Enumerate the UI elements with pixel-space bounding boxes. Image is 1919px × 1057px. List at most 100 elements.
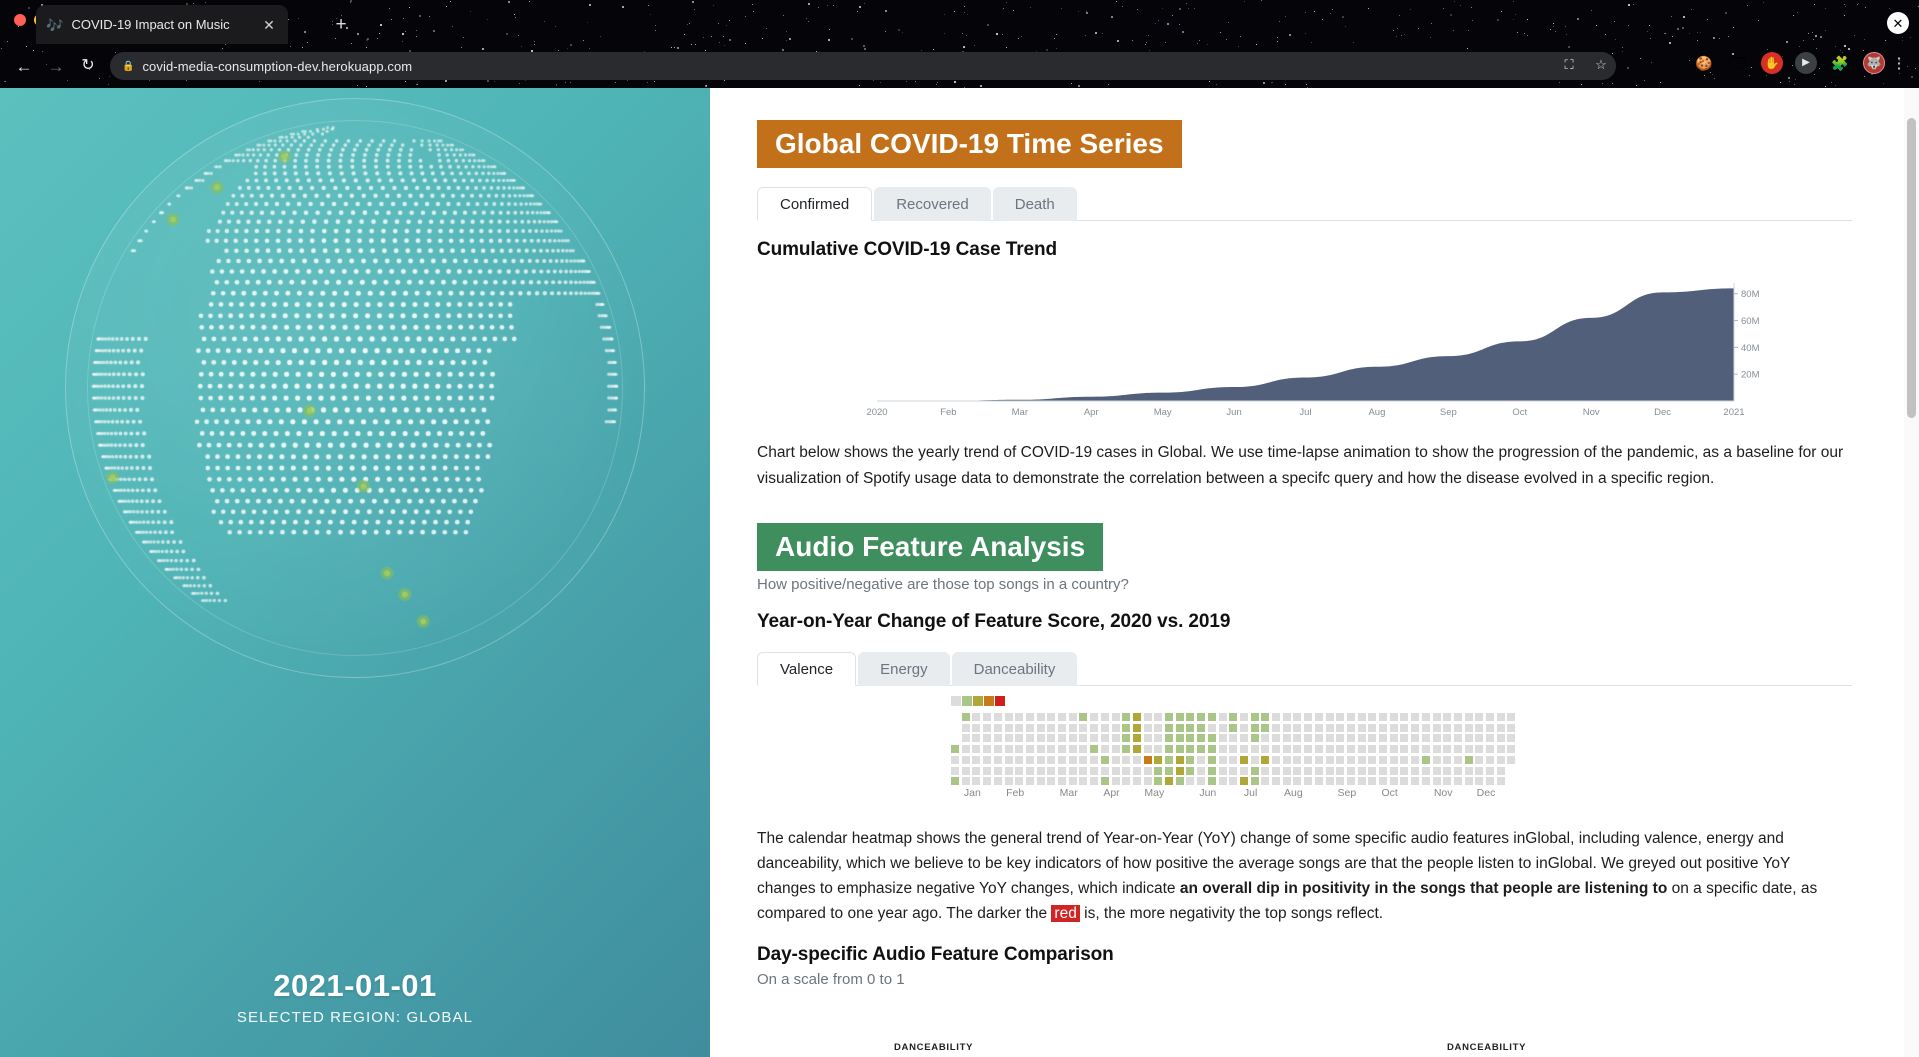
heatmap-cell[interactable] xyxy=(951,766,959,775)
heatmap-cell[interactable] xyxy=(1357,734,1366,743)
heatmap-cell[interactable] xyxy=(1197,777,1206,786)
heatmap-cell[interactable] xyxy=(1111,713,1120,721)
heatmap-cell[interactable] xyxy=(1304,777,1313,786)
profile-avatar[interactable]: 🐺 xyxy=(1863,52,1885,74)
heatmap-cell[interactable] xyxy=(1379,745,1387,754)
heatmap-cell[interactable] xyxy=(972,734,981,743)
heatmap-cell[interactable] xyxy=(1100,745,1109,754)
heatmap-cell[interactable] xyxy=(1090,723,1099,732)
heatmap-cell[interactable] xyxy=(1293,713,1302,721)
heatmap-cell[interactable] xyxy=(1207,766,1216,775)
heatmap-cell[interactable] xyxy=(1068,713,1077,721)
video-download-icon[interactable]: ▶ xyxy=(1795,52,1817,74)
heatmap-cell[interactable] xyxy=(1453,755,1462,764)
heatmap-cell[interactable] xyxy=(1325,777,1334,786)
new-tab-button[interactable]: + xyxy=(330,13,352,35)
heatmap-cell[interactable] xyxy=(1421,777,1430,786)
heatmap-cell[interactable] xyxy=(1004,777,1013,786)
heatmap-cell[interactable] xyxy=(1175,723,1184,732)
heatmap-cell[interactable] xyxy=(1100,713,1109,721)
heatmap-cell[interactable] xyxy=(1346,734,1355,743)
heatmap-cell[interactable] xyxy=(1443,777,1452,786)
heatmap-cell[interactable] xyxy=(1122,734,1131,743)
back-arrow-icon[interactable]: ← xyxy=(12,54,36,78)
heatmap-cell[interactable] xyxy=(1025,734,1034,743)
heatmap-cell[interactable] xyxy=(1282,713,1291,721)
heatmap-cell[interactable] xyxy=(1047,713,1056,721)
heatmap-cell[interactable] xyxy=(1261,745,1270,754)
heatmap-cell[interactable] xyxy=(1432,723,1441,732)
heatmap-cell[interactable] xyxy=(1218,766,1227,775)
heatmap-cell[interactable] xyxy=(1079,777,1088,786)
heatmap-cell[interactable] xyxy=(1068,766,1077,775)
window-close-button[interactable]: ✕ xyxy=(1887,12,1909,34)
heatmap-cell[interactable] xyxy=(1453,723,1462,732)
heatmap-cell[interactable] xyxy=(1154,777,1163,786)
heatmap-cell[interactable] xyxy=(1132,766,1141,775)
heatmap-cell[interactable] xyxy=(1165,734,1173,743)
heatmap-cell[interactable] xyxy=(993,723,1002,732)
heatmap-cell[interactable] xyxy=(1250,766,1259,775)
heatmap-cell[interactable] xyxy=(1154,755,1163,764)
heatmap-cell[interactable] xyxy=(1293,745,1302,754)
heatmap-cell[interactable] xyxy=(1197,745,1206,754)
heatmap-cell[interactable] xyxy=(1486,713,1494,721)
heatmap-cell[interactable] xyxy=(1282,755,1291,764)
heatmap-cell[interactable] xyxy=(1507,713,1516,721)
heatmap-cell[interactable] xyxy=(1475,766,1484,775)
heatmap-cell[interactable] xyxy=(1475,777,1484,786)
heatmap-cell[interactable] xyxy=(1421,755,1430,764)
heatmap-cell[interactable] xyxy=(1486,766,1494,775)
heatmap-cell[interactable] xyxy=(1421,734,1430,743)
tab-close-icon[interactable]: ✕ xyxy=(260,16,278,34)
heatmap-cell[interactable] xyxy=(1261,777,1270,786)
heatmap-cell[interactable] xyxy=(1272,755,1280,764)
heatmap-cell[interactable] xyxy=(1047,723,1056,732)
heatmap-cell[interactable] xyxy=(1015,713,1024,721)
heatmap-cell[interactable] xyxy=(1036,755,1045,764)
heatmap-cell[interactable] xyxy=(1496,723,1505,732)
heatmap-cell[interactable] xyxy=(1304,745,1313,754)
heatmap-cell[interactable] xyxy=(1111,766,1120,775)
heatmap-cell[interactable] xyxy=(1207,713,1216,721)
heatmap-cell[interactable] xyxy=(1250,745,1259,754)
heatmap-cell[interactable] xyxy=(1304,734,1313,743)
heatmap-cell[interactable] xyxy=(1325,734,1334,743)
heatmap-cell[interactable] xyxy=(1058,766,1066,775)
heatmap-cell[interactable] xyxy=(1432,777,1441,786)
heatmap-cell[interactable] xyxy=(1325,723,1334,732)
heatmap-cell[interactable] xyxy=(1389,755,1398,764)
heatmap-cell[interactable] xyxy=(1443,755,1452,764)
heatmap-cell[interactable] xyxy=(1475,734,1484,743)
heatmap-cell[interactable] xyxy=(1486,734,1494,743)
heatmap-cell[interactable] xyxy=(1411,745,1420,754)
heatmap-cell[interactable] xyxy=(993,745,1002,754)
bookmark-star-icon[interactable]: ☆ xyxy=(1588,52,1614,78)
heatmap-cell[interactable] xyxy=(993,777,1002,786)
heatmap-cell[interactable] xyxy=(1336,755,1345,764)
heatmap-cell[interactable] xyxy=(1346,777,1355,786)
heatmap-cell[interactable] xyxy=(1314,777,1323,786)
heatmap-cell[interactable] xyxy=(1175,745,1184,754)
heatmap-cell[interactable] xyxy=(1025,745,1034,754)
heatmap-cell[interactable] xyxy=(1272,777,1280,786)
heatmap-cell[interactable] xyxy=(972,777,981,786)
heatmap-cell[interactable] xyxy=(1239,723,1248,732)
heatmap-cell[interactable] xyxy=(1186,734,1195,743)
window-close-dot[interactable] xyxy=(14,14,26,26)
heatmap-cell[interactable] xyxy=(1325,745,1334,754)
heatmap-cell[interactable] xyxy=(1443,734,1452,743)
heatmap-cell[interactable] xyxy=(1218,723,1227,732)
heatmap-cell[interactable] xyxy=(1357,755,1366,764)
heatmap-cell[interactable] xyxy=(1122,766,1131,775)
chrome-menu-icon[interactable]: ⋮ xyxy=(1889,53,1909,77)
heatmap-cell[interactable] xyxy=(1186,723,1195,732)
heatmap-cell[interactable] xyxy=(1047,766,1056,775)
heatmap-cell[interactable] xyxy=(1207,755,1216,764)
heatmap-cell[interactable] xyxy=(1475,713,1484,721)
heatmap-cell[interactable] xyxy=(1111,734,1120,743)
heatmap-cell[interactable] xyxy=(1379,755,1387,764)
heatmap-cell[interactable] xyxy=(961,766,970,775)
heatmap-cell[interactable] xyxy=(1036,723,1045,732)
heatmap-cell[interactable] xyxy=(951,745,959,754)
